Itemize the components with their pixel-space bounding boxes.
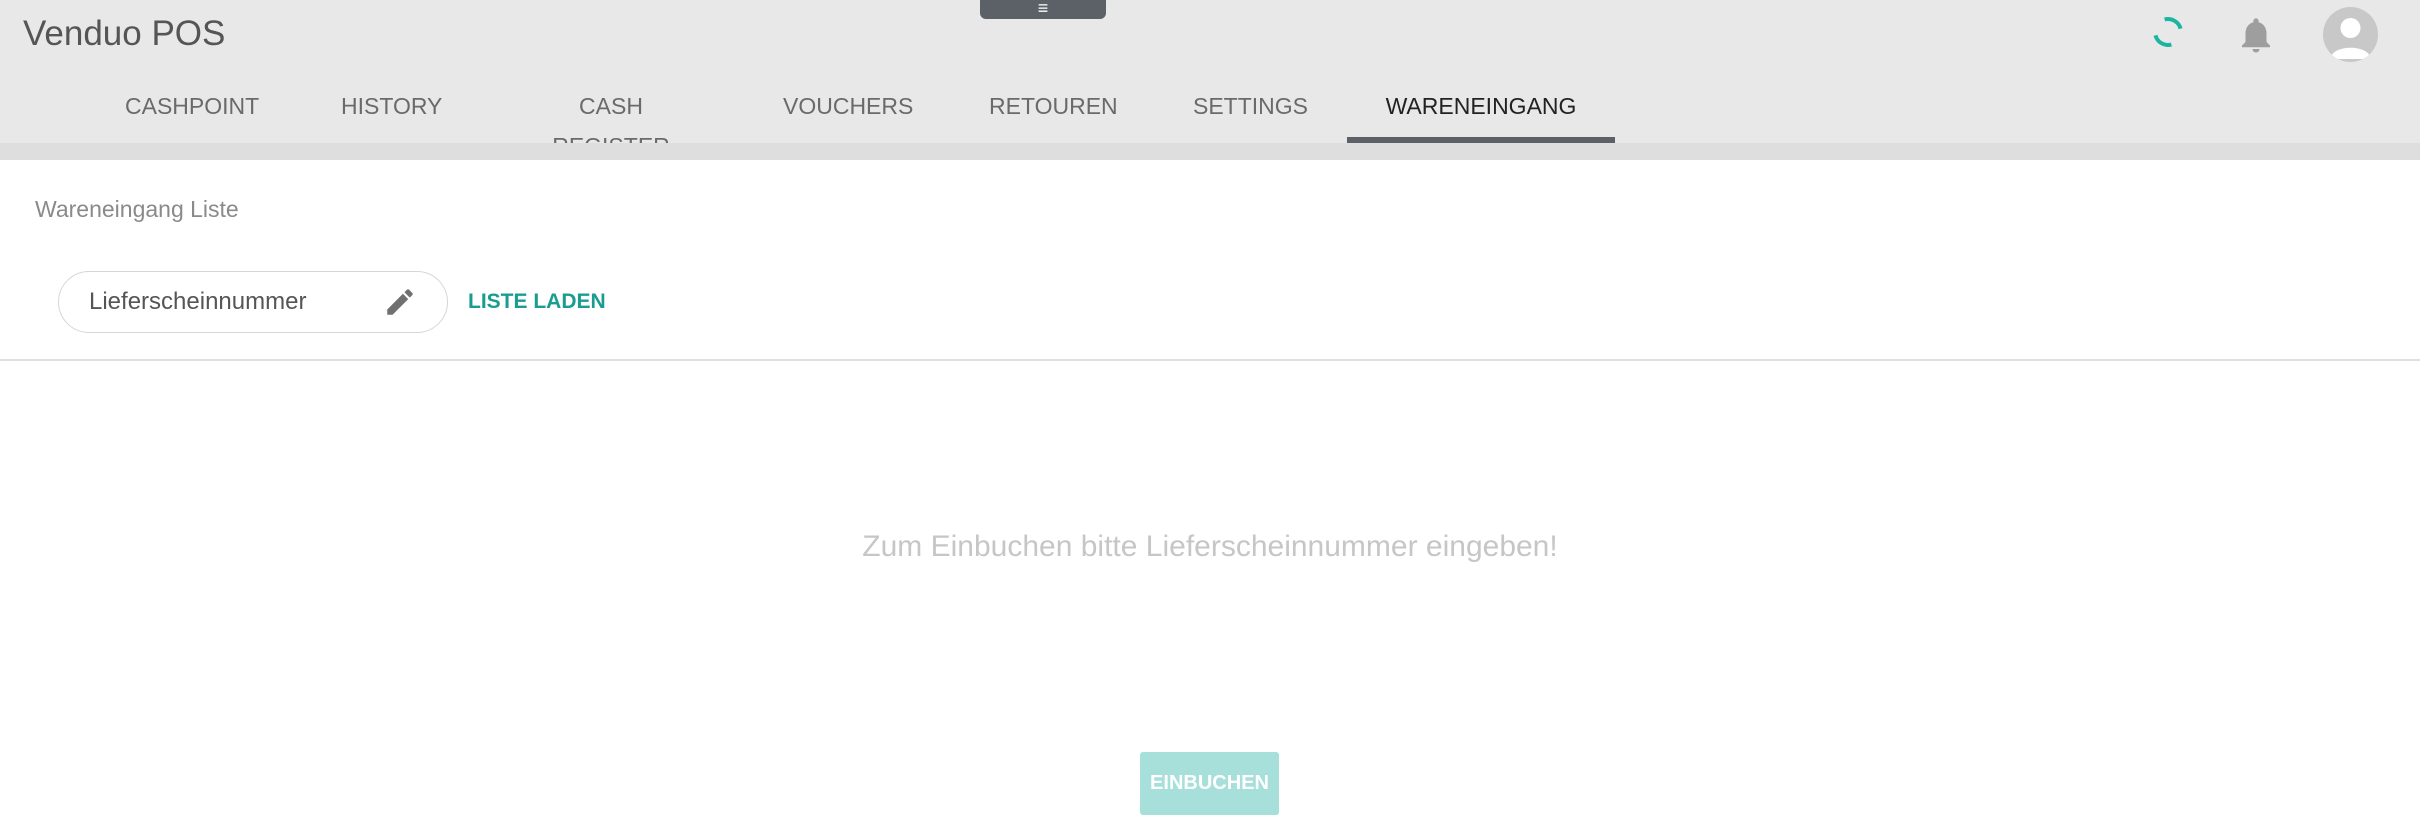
tab-history[interactable]: HISTORY [341, 86, 442, 143]
hamburger-icon: ≡ [1037, 0, 1049, 18]
spinner-icon [2147, 11, 2189, 53]
section-title: Wareneingang Liste [35, 196, 239, 222]
avatar[interactable] [2323, 7, 2378, 62]
app-header: Venduo POS ≡ CASHPOINT HISTORY CASH REGI… [0, 0, 2420, 159]
header-shadow-strip [0, 143, 2420, 160]
delivery-note-input[interactable] [89, 272, 379, 332]
tab-retouren[interactable]: RETOUREN [989, 86, 1118, 143]
tab-vouchers[interactable]: VOUCHERS [783, 86, 913, 143]
avatar-icon [2330, 18, 2371, 59]
pencil-icon[interactable] [383, 285, 417, 319]
load-list-button[interactable]: LISTE LADEN [468, 290, 606, 314]
tab-settings[interactable]: SETTINGS [1193, 86, 1308, 143]
tab-wareneingang[interactable]: WARENEINGANG [1347, 86, 1615, 143]
bell-icon[interactable] [2235, 14, 2277, 56]
divider [0, 359, 2420, 361]
app-title: Venduo POS [23, 14, 226, 53]
book-in-button[interactable]: EINBUCHEN [1140, 752, 1279, 815]
tab-cash-register[interactable]: CASH REGISTER [522, 86, 700, 159]
tab-cashpoint[interactable]: CASHPOINT [125, 86, 259, 143]
delivery-note-field [58, 271, 448, 333]
empty-state-message: Zum Einbuchen bitte Lieferscheinnummer e… [862, 530, 1558, 563]
menu-toggle-button[interactable]: ≡ [980, 0, 1106, 19]
main-tabs: CASHPOINT HISTORY CASH REGISTER VOUCHERS… [0, 86, 2420, 159]
